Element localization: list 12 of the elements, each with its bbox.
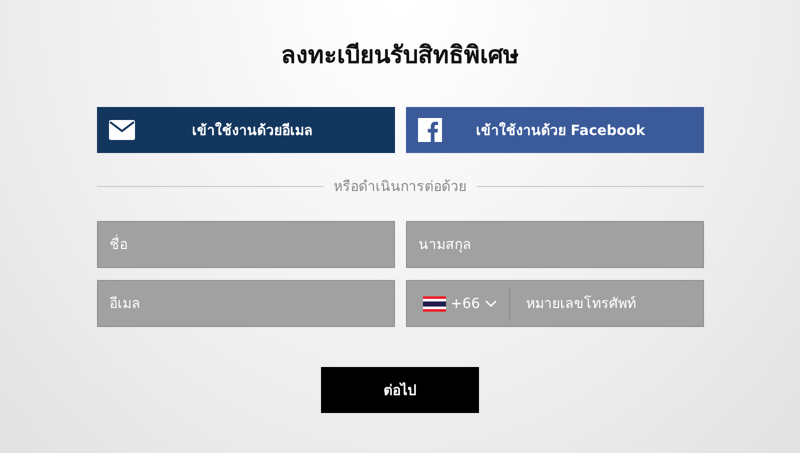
facebook-login-button[interactable]: เข้าใช้งานด้วย Facebook bbox=[406, 107, 704, 153]
last-name-field[interactable]: นามสกุล bbox=[406, 221, 704, 268]
facebook-icon bbox=[418, 118, 442, 142]
page-title: ลงทะเบียนรับสิทธิพิเศษ bbox=[280, 40, 520, 71]
chevron-down-icon bbox=[485, 300, 498, 308]
next-button[interactable]: ต่อไป bbox=[321, 367, 479, 413]
divider-text: หรือดำเนินการต่อด้วย bbox=[334, 178, 466, 197]
envelope-icon bbox=[108, 120, 134, 140]
flag-icon bbox=[422, 296, 446, 312]
email-login-button[interactable]: เข้าใช้งานด้วยอีเมล bbox=[96, 107, 394, 153]
email-field[interactable]: อีเมล bbox=[96, 280, 394, 327]
first-name-field[interactable]: ชื่อ bbox=[96, 221, 394, 268]
